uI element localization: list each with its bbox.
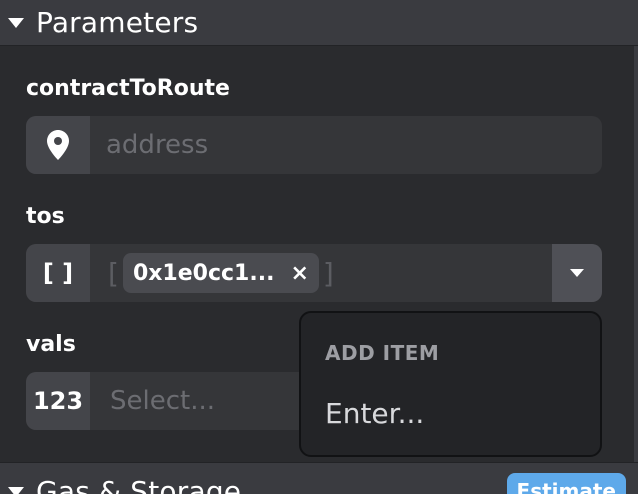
remove-item-icon[interactable]: × bbox=[290, 261, 308, 286]
dropdown-item-enter[interactable]: Enter... bbox=[325, 397, 424, 430]
gas-storage-section-header[interactable]: Gas & Storage Estimate bbox=[0, 462, 638, 494]
vals-label: vals bbox=[26, 332, 76, 357]
address-addon bbox=[26, 116, 90, 174]
array-bracket-close: ] bbox=[322, 256, 334, 290]
tos-label: tos bbox=[26, 204, 65, 229]
array-bracket-open: [ bbox=[108, 256, 119, 290]
tos-dropdown-toggle[interactable] bbox=[552, 244, 602, 302]
array-item-chip[interactable]: 0x1e0cc1... × bbox=[122, 253, 319, 293]
array-item-value: 0x1e0cc1... bbox=[132, 260, 275, 286]
map-pin-icon bbox=[47, 130, 69, 160]
chevron-down-icon bbox=[8, 17, 24, 28]
parameters-section-header[interactable]: Parameters bbox=[0, 0, 638, 46]
parameters-title: Parameters bbox=[36, 6, 199, 39]
tos-array-field[interactable]: [ ] [ 0x1e0cc1... × ] bbox=[26, 244, 602, 302]
contract-to-route-label: contractToRoute bbox=[26, 76, 230, 101]
chevron-down-icon bbox=[570, 269, 584, 277]
tos-array-input[interactable]: [ 0x1e0cc1... × ] bbox=[90, 244, 552, 302]
add-item-dropdown: ADD ITEM Enter... bbox=[299, 311, 602, 457]
dropdown-heading: ADD ITEM bbox=[325, 341, 440, 365]
gas-storage-title: Gas & Storage bbox=[36, 475, 242, 494]
deploy-parameters-panel: Parameters contractToRoute address tos [… bbox=[0, 0, 638, 494]
array-addon: [ ] bbox=[26, 244, 90, 302]
contract-to-route-field[interactable]: address bbox=[26, 116, 602, 174]
chevron-down-icon bbox=[8, 486, 24, 494]
panel-edge bbox=[634, 46, 638, 462]
contract-to-route-input[interactable]: address bbox=[90, 116, 602, 174]
estimate-button[interactable]: Estimate bbox=[506, 473, 626, 494]
number-addon: 123 bbox=[26, 372, 90, 430]
